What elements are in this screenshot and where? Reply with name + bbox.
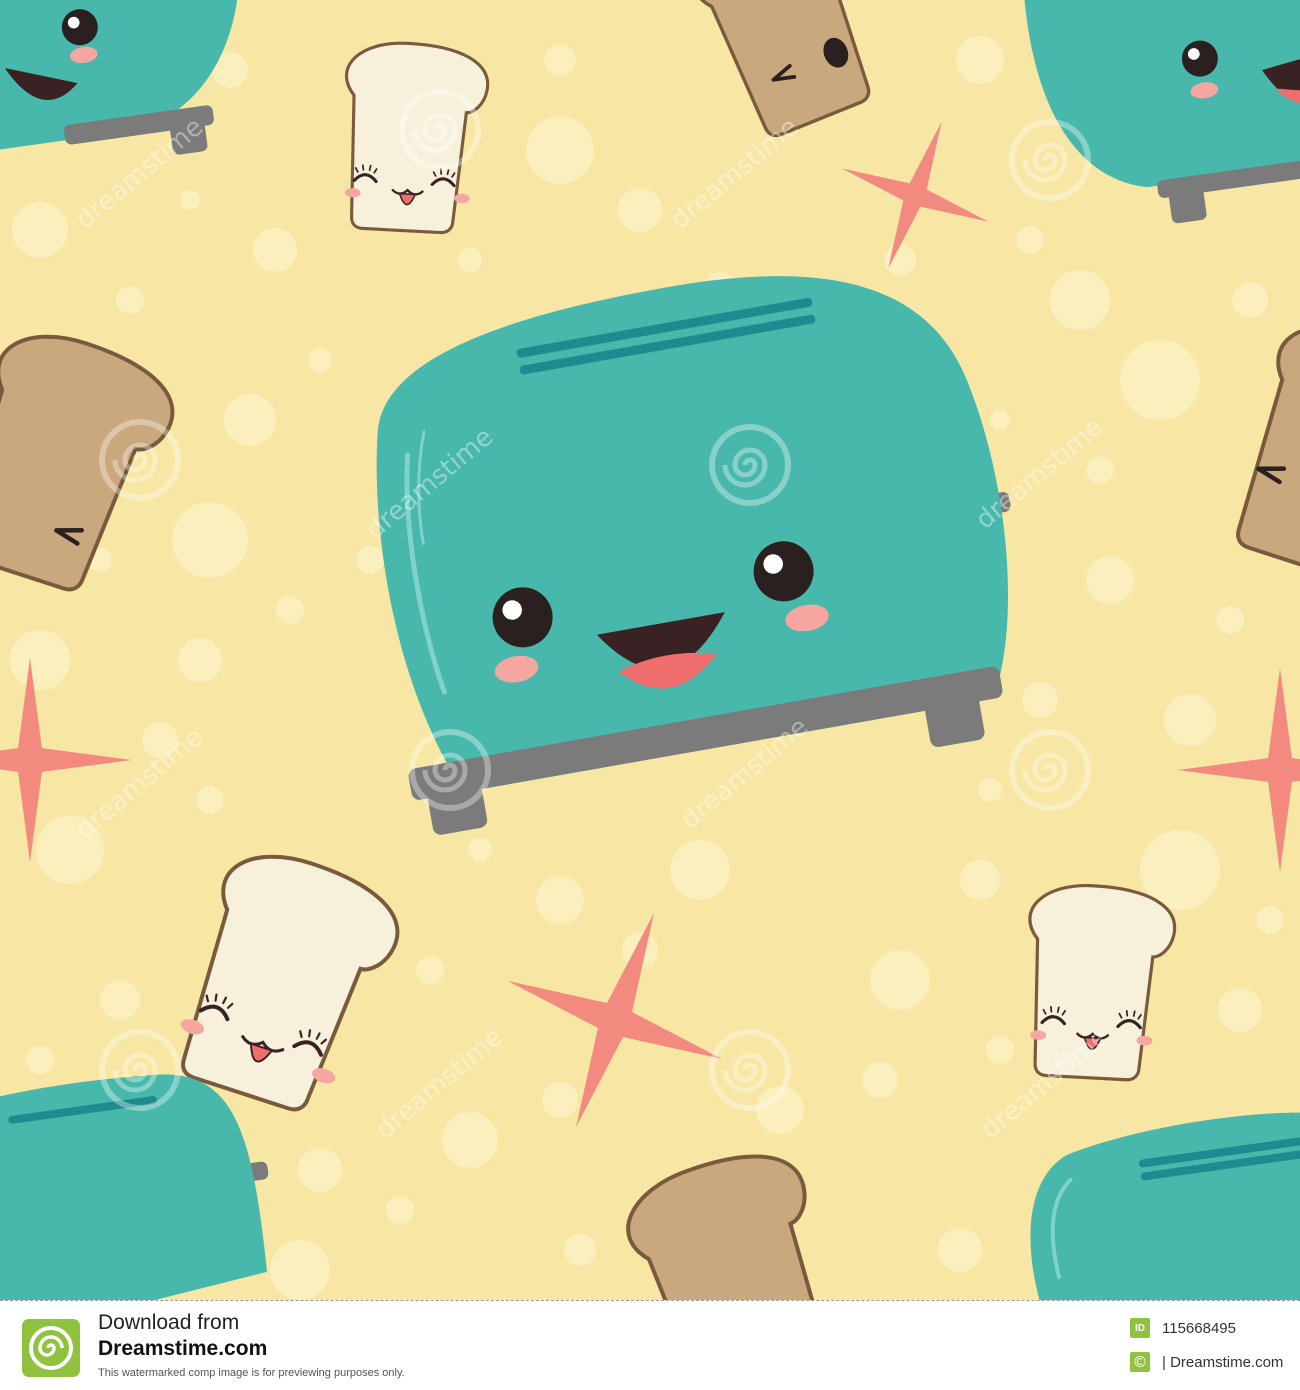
image-id-row: ID 115668495 [1130, 1317, 1236, 1339]
watermark-note: This watermarked comp image is for previ… [98, 1367, 405, 1379]
dreamstime-link[interactable]: Dreamstime.com [98, 1337, 267, 1361]
copyright-row: © | Dreamstime.com [1130, 1351, 1283, 1373]
dreamstime-spiral-logo-icon [22, 1319, 80, 1377]
download-from-label: Download from [98, 1311, 240, 1334]
copyright-icon: © [1130, 1352, 1150, 1372]
download-footer: Download from Dreamstime.com This waterm… [0, 1300, 1300, 1390]
image-id: 115668495 [1162, 1319, 1236, 1337]
copyright-credit: | Dreamstime.com [1162, 1353, 1284, 1371]
pattern-artwork: dreamstime dreamstime dreamstime dreamst… [0, 0, 1300, 1300]
id-badge: ID [1130, 1318, 1150, 1338]
